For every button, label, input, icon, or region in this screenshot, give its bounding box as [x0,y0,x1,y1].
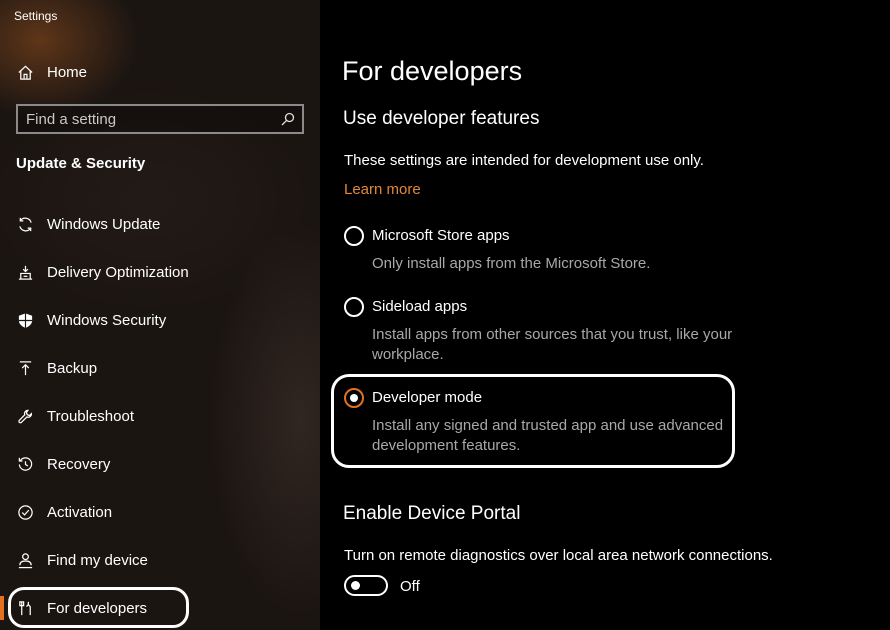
sidebar-item-windows-security[interactable]: Windows Security [0,300,320,340]
shield-icon [16,311,34,329]
sidebar-item-backup[interactable]: Backup [0,348,320,388]
delivery-optimization-icon [16,263,34,281]
sidebar-item-home[interactable]: Home [0,52,320,92]
toggle-state-label: Off [400,578,420,595]
sidebar-item-label: Activation [47,503,113,521]
device-portal-toggle[interactable] [344,575,388,596]
radio-button[interactable] [344,226,364,246]
sidebar-item-label: Backup [47,359,98,377]
search-input[interactable] [26,109,276,129]
sidebar-item-windows-update[interactable]: Windows Update [0,204,320,244]
radio-description: Install apps from other sources that you… [372,326,733,363]
radio-button[interactable] [344,297,364,317]
learn-more-link[interactable]: Learn more [344,181,421,198]
sidebar-item-find-my-device[interactable]: Find my device [0,540,320,580]
check-circle-icon [16,503,34,521]
person-location-icon [16,551,34,569]
section-title: Update & Security [16,155,146,172]
highlight-annotation [8,587,189,628]
sidebar-item-label: Windows Update [47,215,161,233]
radio-sideload-apps[interactable]: Sideload apps [344,296,744,318]
sidebar-item-label: Recovery [47,455,111,473]
search-field[interactable] [16,104,304,134]
sidebar-item-delivery-optimization[interactable]: Delivery Optimization [0,252,320,292]
section-heading-device-portal: Enable Device Portal [343,503,521,524]
sidebar-item-recovery[interactable]: Recovery [0,444,320,484]
sync-icon [16,215,34,233]
main-content: For developers Use developer features Th… [320,0,890,630]
page-title: For developers [342,56,523,86]
recovery-icon [16,455,34,473]
sidebar-item-label: Windows Security [47,311,167,329]
intro-text: These settings are intended for developm… [344,152,704,169]
sidebar: Settings Home Update & Security Windows … [0,0,320,630]
sidebar-item-label: Troubleshoot [47,407,134,425]
sidebar-item-activation[interactable]: Activation [0,492,320,532]
highlight-annotation [331,374,735,468]
radio-label: Microsoft Store apps [372,227,510,244]
radio-label: Sideload apps [372,298,468,315]
radio-description: Only install apps from the Microsoft Sto… [372,255,651,272]
search-icon[interactable] [281,112,295,126]
section-heading-developer-features: Use developer features [343,108,540,129]
sidebar-item-label: Home [47,63,88,81]
toggle-knob [351,581,360,590]
sidebar-item-label: Find my device [47,551,148,569]
device-portal-description: Turn on remote diagnostics over local ar… [344,547,773,564]
radio-microsoft-store-apps[interactable]: Microsoft Store apps [344,225,744,247]
window-title: Settings [14,9,58,23]
wrench-icon [16,407,34,425]
upload-arrow-icon [16,359,34,377]
home-icon [16,63,34,81]
sidebar-item-troubleshoot[interactable]: Troubleshoot [0,396,320,436]
sidebar-item-label: Delivery Optimization [47,263,189,281]
